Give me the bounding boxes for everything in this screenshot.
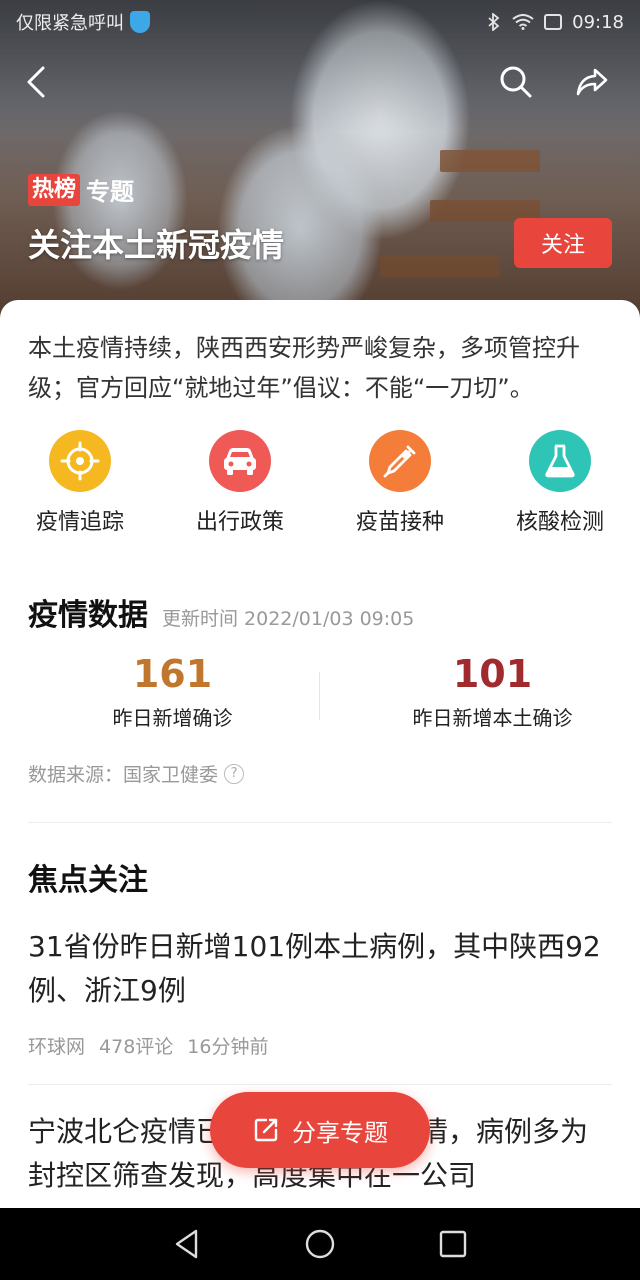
search-button[interactable] (492, 56, 540, 108)
news-headline[interactable]: 31省份昨日新增101例本土病例，其中陕西92例、浙江9例 (28, 925, 612, 1013)
crosshair-icon (60, 441, 100, 481)
news-source: 环球网 (28, 1036, 86, 1058)
share-arrow-icon (576, 68, 608, 96)
category-tracking[interactable]: 疫情追踪 (0, 430, 160, 540)
wifi-icon (512, 14, 534, 30)
stat-label: 昨日新增确诊 (112, 706, 233, 730)
category-nucleic-test[interactable]: 核酸检测 (480, 430, 640, 540)
focus-section-title: 焦点关注 (28, 863, 148, 898)
back-button[interactable] (12, 56, 60, 108)
news-meta: 环球网 478评论 16分钟前 (28, 1032, 268, 1059)
edit-share-icon (254, 1118, 278, 1142)
category-vaccine[interactable]: 疫苗接种 (320, 430, 480, 540)
flask-icon (545, 444, 575, 478)
news-comments: 478评论 (99, 1036, 174, 1058)
stat-value: 161 (132, 652, 213, 696)
square-recents-icon (440, 1230, 467, 1258)
follow-button[interactable]: 关注 (514, 218, 612, 268)
news-time: 16分钟前 (187, 1036, 269, 1058)
chevron-left-icon (27, 66, 45, 98)
stat-value: 101 (452, 652, 533, 696)
page-title: 关注本土新冠疫情 (28, 226, 285, 264)
stats-row: 161 昨日新增确诊 101 昨日新增本土确诊 (0, 650, 640, 740)
stat-label: 昨日新增本土确诊 (412, 706, 573, 730)
help-icon[interactable]: ? (224, 763, 245, 784)
nav-back-button[interactable] (157, 1214, 217, 1274)
topic-tag: 热榜 专题 (28, 172, 134, 207)
triangle-back-icon (175, 1229, 197, 1259)
section-title: 疫情数据 (28, 598, 148, 633)
top-nav (0, 56, 640, 108)
divider (28, 1084, 612, 1085)
stat-new-confirmed: 161 昨日新增确诊 (0, 650, 345, 740)
syringe-icon (383, 445, 416, 478)
nav-recents-button[interactable] (423, 1214, 483, 1274)
bluetooth-icon (488, 13, 500, 31)
status-carrier-text: 仅限紧急呼叫 (16, 13, 124, 34)
system-nav-bar (0, 1208, 640, 1280)
category-row: 疫情追踪 出行政策 疫苗接种 核酸检测 (0, 430, 640, 540)
topic-label: 专题 (86, 178, 135, 206)
update-time: 更新时间 2022/01/03 09:05 (162, 608, 415, 630)
divider (28, 822, 612, 823)
hero-banner: 仅限紧急呼叫 09:18 热榜 专题 关注本土新冠疫情 关注 (0, 0, 640, 330)
share-top-button[interactable] (568, 56, 616, 108)
data-source: 数据来源：国家卫健委 ? (28, 760, 245, 787)
epidemic-data-header: 疫情数据 更新时间 2022/01/03 09:05 (28, 590, 414, 634)
shield-icon (130, 11, 150, 33)
share-topic-label: 分享专题 (292, 1118, 388, 1147)
search-icon (500, 66, 532, 98)
divider (319, 672, 320, 720)
status-time: 09:18 (572, 11, 624, 33)
battery-icon (544, 14, 563, 30)
category-travel[interactable]: 出行政策 (160, 430, 320, 540)
stat-new-local-confirmed: 101 昨日新增本土确诊 (345, 650, 640, 740)
circle-home-icon (305, 1229, 335, 1259)
car-icon (224, 448, 256, 475)
share-topic-button[interactable]: 分享专题 (210, 1092, 430, 1168)
topic-summary: 本土疫情持续，陕西西安形势严峻复杂，多项管控升级；官方回应“就地过年”倡议：不能… (28, 334, 580, 402)
content-card: 本土疫情持续，陕西西安形势严峻复杂，多项管控升级；官方回应“就地过年”倡议：不能… (0, 300, 640, 1208)
status-bar: 仅限紧急呼叫 09:18 (0, 0, 640, 44)
hot-list-badge: 热榜 (28, 173, 81, 206)
nav-home-button[interactable] (290, 1214, 350, 1274)
